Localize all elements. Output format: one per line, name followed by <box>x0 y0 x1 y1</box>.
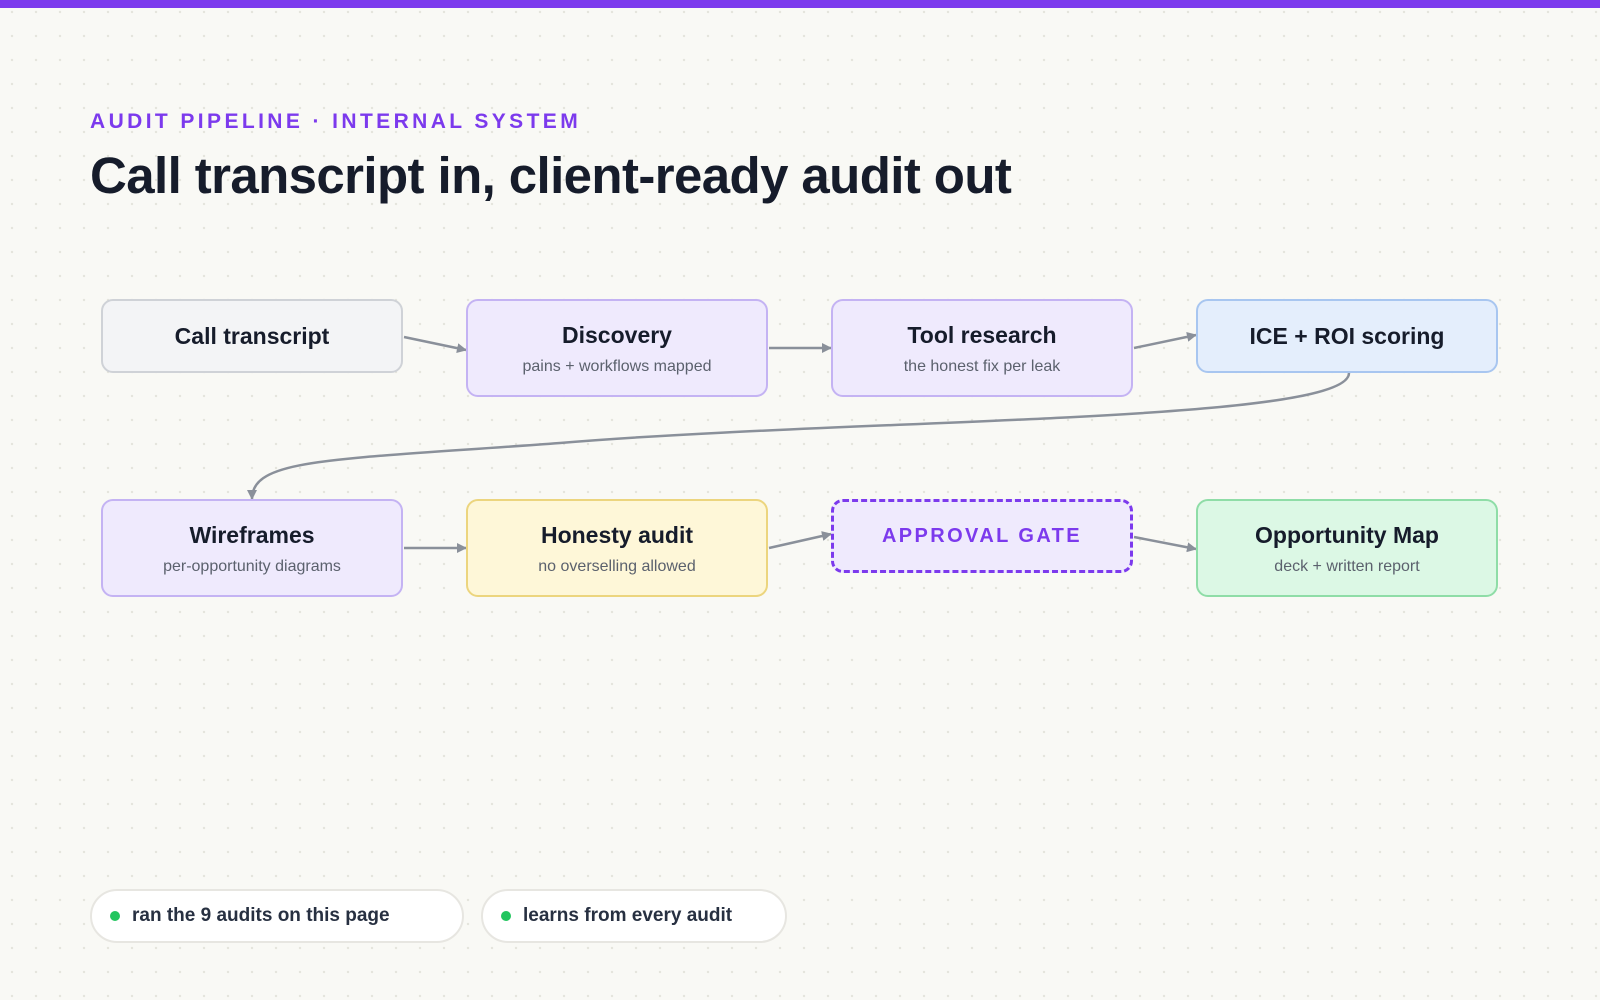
node-opportunity-map: Opportunity Map deck + written report <box>1196 499 1498 597</box>
arrow-tool-research-to-scoring <box>1133 331 1197 350</box>
node-tool-research: Tool research the honest fix per leak <box>831 299 1133 397</box>
status-dot-icon <box>501 911 511 921</box>
node-call-transcript: Call transcript <box>101 299 403 373</box>
node-title: Honesty audit <box>540 522 694 548</box>
node-approval-gate: APPROVAL GATE <box>831 499 1133 573</box>
arrow-approval-gate-to-opportunity-map <box>1133 535 1197 553</box>
node-title: Wireframes <box>189 522 315 548</box>
node-wireframes: Wireframes per-opportunity diagrams <box>101 499 403 597</box>
arrow-scoring-to-wireframes <box>247 372 1351 500</box>
arrow-transcript-to-discovery <box>403 335 467 354</box>
node-title: Opportunity Map <box>1255 522 1439 548</box>
node-subtitle: no overselling allowed <box>538 558 696 575</box>
node-subtitle: pains + workflows mapped <box>522 358 712 375</box>
node-title: Tool research <box>907 322 1057 348</box>
node-honesty-audit: Honesty audit no overselling allowed <box>466 499 768 597</box>
node-subtitle: per-opportunity diagrams <box>163 558 341 575</box>
node-ice-roi-scoring: ICE + ROI scoring <box>1196 299 1498 373</box>
arrow-honesty-audit-to-approval-gate <box>768 531 832 550</box>
chip-label: ran the 9 audits on this page <box>132 905 390 926</box>
chip-label: learns from every audit <box>523 905 733 926</box>
node-title: APPROVAL GATE <box>881 524 1083 547</box>
status-chip-learning: learns from every audit <box>481 889 787 943</box>
node-subtitle: deck + written report <box>1274 558 1420 575</box>
node-discovery: Discovery pains + workflows mapped <box>466 299 768 397</box>
node-title: Discovery <box>562 322 672 348</box>
status-chip-audits: ran the 9 audits on this page <box>90 889 464 943</box>
node-subtitle: the honest fix per leak <box>903 358 1061 375</box>
node-title: Call transcript <box>174 322 330 349</box>
node-title: ICE + ROI scoring <box>1249 322 1445 349</box>
status-dot-icon <box>110 911 120 921</box>
